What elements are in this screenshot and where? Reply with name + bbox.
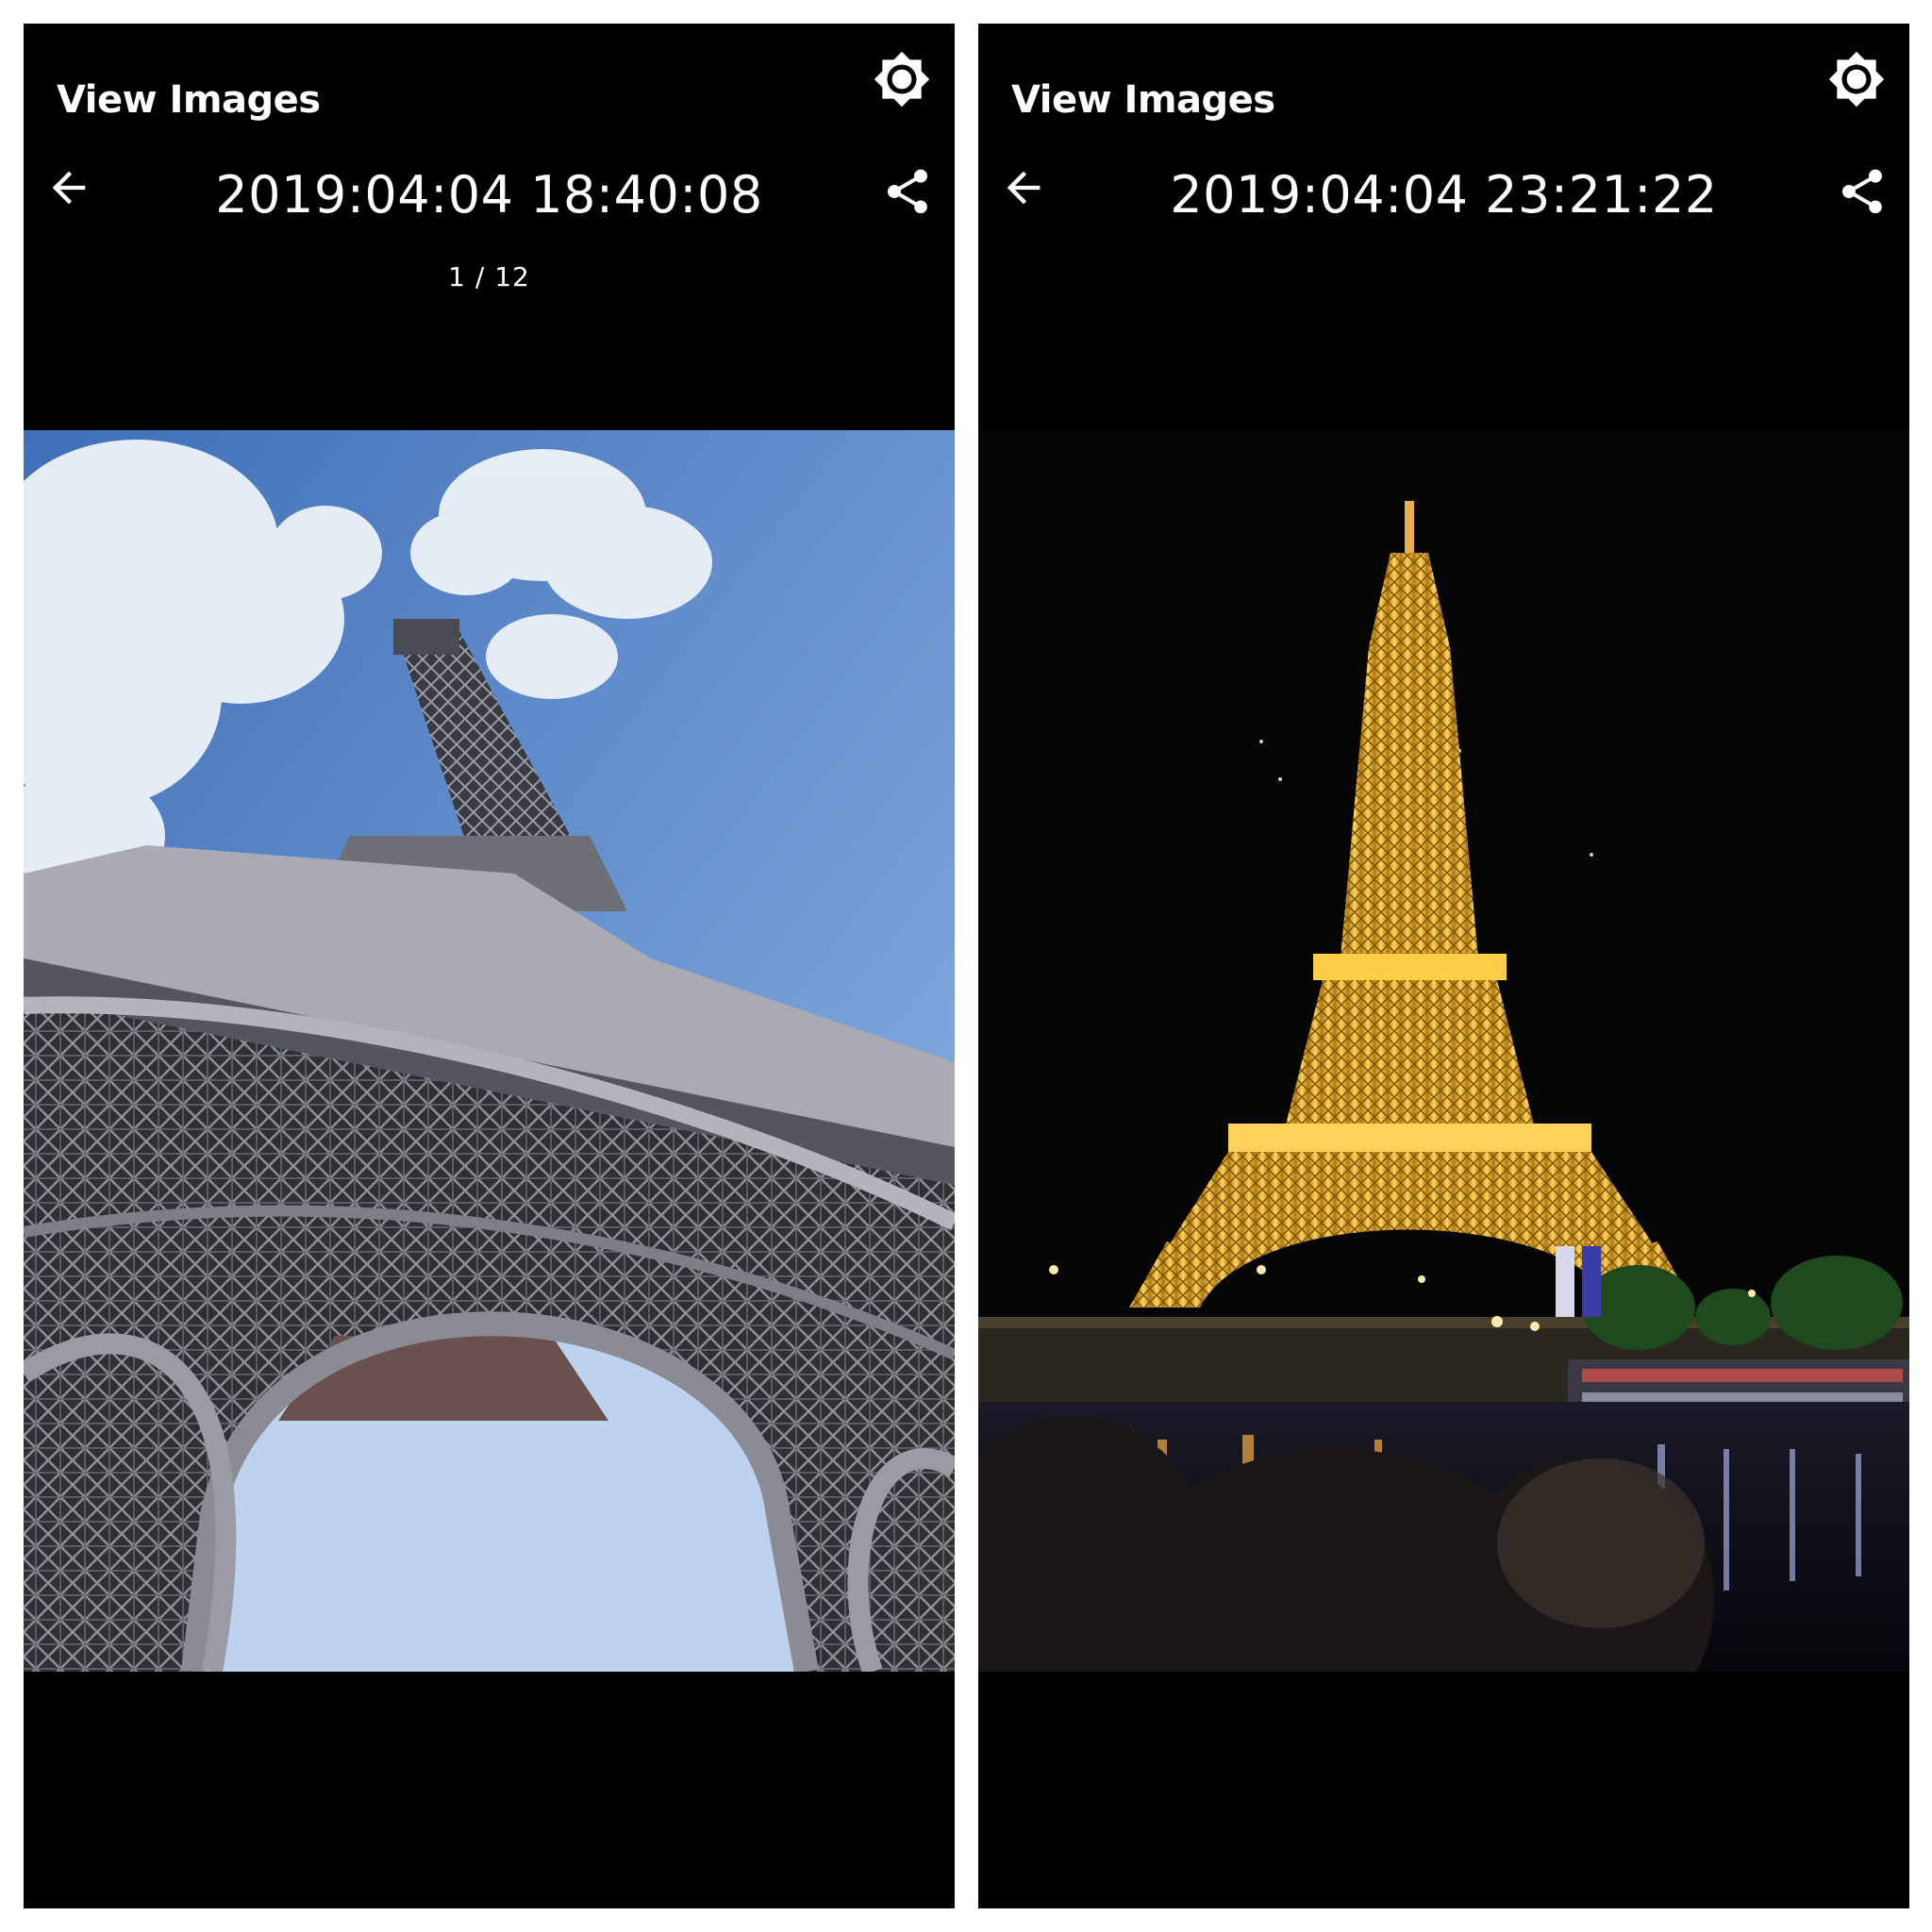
photo-timestamp: 2019:04:04 18:40:08 [215, 165, 763, 225]
photo-image-night [978, 430, 1909, 1672]
share-icon[interactable] [881, 163, 934, 220]
image-viewer-left: View Images 2019:04:04 18:40:08 1 / 12 [24, 24, 955, 1908]
photo-image-day [24, 430, 955, 1672]
share-icon[interactable] [1836, 163, 1889, 220]
photo-eiffel-day[interactable] [24, 430, 955, 1672]
image-counter: 1 / 12 [448, 261, 530, 292]
app-title: View Images [1011, 78, 1275, 122]
image-viewer-right: View Images 2019:04:04 23:21:22 [978, 24, 1909, 1908]
gear-icon[interactable] [873, 50, 931, 108]
app-title: View Images [57, 78, 321, 122]
photo-timestamp: 2019:04:04 23:21:22 [1170, 165, 1718, 225]
photo-eiffel-night[interactable] [978, 430, 1909, 1672]
gear-icon[interactable] [1827, 50, 1886, 108]
